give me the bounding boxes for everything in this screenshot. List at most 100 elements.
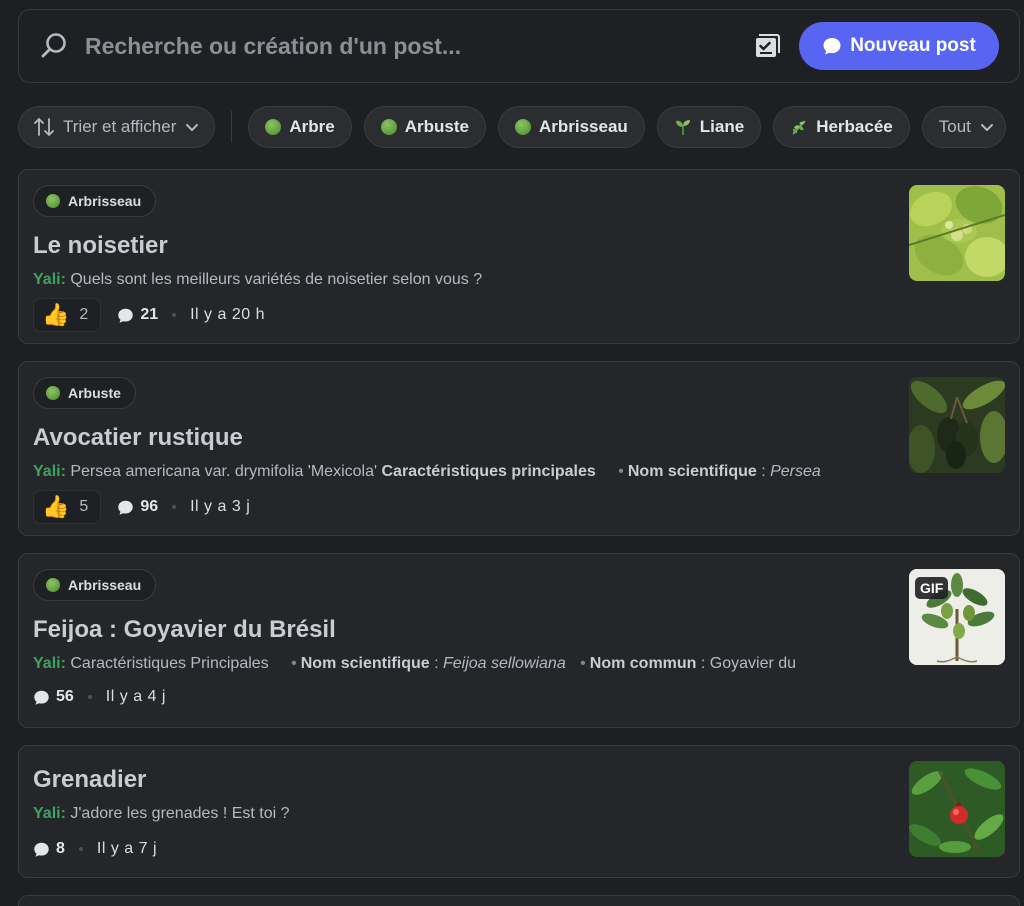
chat-bubble-icon xyxy=(34,842,49,857)
post-meta: 56 Il y a 4 j xyxy=(33,688,166,706)
filter-more-dropdown[interactable]: Tout xyxy=(921,106,1006,148)
comment-count: 21 xyxy=(117,306,158,324)
sort-label: Trier et afficher xyxy=(63,117,177,136)
new-post-label: Nouveau post xyxy=(850,35,976,56)
post-meta: 8 Il y a 7 j xyxy=(33,840,157,858)
post-author: Yali xyxy=(33,271,61,288)
post-time: Il y a 4 j xyxy=(105,688,166,705)
post-tag: Arbrisseau xyxy=(33,569,157,601)
post-tag: Arbrisseau xyxy=(33,185,157,217)
thumbs-up-icon: 👍 xyxy=(42,494,70,519)
post-preview-value: Goyavier du xyxy=(709,655,797,672)
filter-tag-liane[interactable]: Liane xyxy=(656,106,762,148)
post-title[interactable]: Avocatier rustique xyxy=(33,424,243,452)
separator-dot xyxy=(172,505,177,509)
separator-dot xyxy=(87,695,92,699)
sort-arrows-icon xyxy=(34,118,54,136)
comment-count-value: 96 xyxy=(140,498,159,515)
filter-bar: Trier et afficher Arbre Arbuste Arbrisse… xyxy=(18,105,1024,149)
filter-tag-label: Arbuste xyxy=(404,117,469,136)
separator-dot xyxy=(78,847,83,851)
comment-count: 56 xyxy=(33,688,74,706)
post-card[interactable]: Arbuste Avocatier rustique Yali: Persea … xyxy=(18,361,1020,536)
post-preview: Yali: Persea americana var. drymifolia '… xyxy=(33,463,821,480)
post-title[interactable]: Grenadier xyxy=(33,766,146,794)
comment-count-value: 56 xyxy=(56,688,74,705)
like-button[interactable]: 👍 2 xyxy=(33,298,102,332)
post-title[interactable]: Le noisetier xyxy=(33,232,168,260)
post-preview-text: Persea americana var. drymifolia 'Mexico… xyxy=(70,463,378,480)
hazelnut-leaves-image xyxy=(909,185,1005,281)
filter-tag-label: Liane xyxy=(699,117,745,136)
post-preview-text: Caractéristiques Principales xyxy=(70,655,269,672)
filter-tag-label: Arbre xyxy=(289,117,335,136)
post-card[interactable]: Arbrisseau Feijoa : Goyavier du Brésil Y… xyxy=(18,553,1020,728)
post-card[interactable]: Grenadier Yali: J'adore les grenades ! E… xyxy=(18,745,1020,878)
search-icon xyxy=(41,33,66,58)
new-post-button[interactable]: Nouveau post xyxy=(799,22,999,70)
separator-dot xyxy=(172,313,177,317)
divider xyxy=(231,111,233,143)
post-meta: 👍 2 21 Il y a 20 h xyxy=(33,298,265,332)
post-preview: Yali: Caractéristiques Principales • Nom … xyxy=(33,655,797,672)
chat-bubble-icon xyxy=(34,690,49,705)
post-meta: 👍 5 96 Il y a 3 j xyxy=(33,490,250,524)
post-preview-label: Nom scientifique xyxy=(300,655,430,672)
post-preview: Yali: J'adore les grenades ! Est toi ? xyxy=(33,805,290,822)
herb-icon xyxy=(792,120,806,135)
tree-icon xyxy=(265,119,282,135)
post-author: Yali xyxy=(33,805,61,822)
comment-count: 8 xyxy=(33,840,65,858)
avocado-tree-image xyxy=(909,377,1005,473)
post-thumbnail[interactable] xyxy=(909,761,1005,857)
checklist-icon[interactable] xyxy=(753,32,781,60)
filter-tag-arbrisseau[interactable]: Arbrisseau xyxy=(497,106,645,148)
post-thumbnail[interactable]: GIF xyxy=(909,569,1005,665)
like-count: 5 xyxy=(79,498,89,515)
chat-bubble-icon xyxy=(118,500,134,515)
post-preview: Yali: Quels sont les meilleurs variétés … xyxy=(33,271,483,288)
filter-more-label: Tout xyxy=(938,117,971,136)
shrub-icon xyxy=(46,386,60,400)
post-preview-label: Nom scientifique xyxy=(627,463,757,480)
post-title[interactable]: Feijoa : Goyavier du Brésil xyxy=(33,616,336,644)
like-count: 2 xyxy=(79,306,89,323)
post-thumbnail[interactable] xyxy=(909,185,1005,281)
post-preview-heading: Caractéristiques principales xyxy=(381,463,596,480)
post-thumbnail[interactable] xyxy=(909,377,1005,473)
comment-count-value: 21 xyxy=(140,306,159,323)
post-tag-label: Arbuste xyxy=(68,385,121,401)
post-tag: Arbuste xyxy=(33,377,136,409)
filter-tag-herbacee[interactable]: Herbacée xyxy=(773,106,910,148)
post-preview-value: Persea xyxy=(770,463,821,480)
comment-count: 96 xyxy=(117,498,158,516)
pomegranate-image xyxy=(909,761,1005,857)
post-author: Yali xyxy=(33,463,61,480)
thumbs-up-icon: 👍 xyxy=(42,302,70,327)
search-bar: Nouveau post xyxy=(18,9,1020,83)
post-tag-label: Arbrisseau xyxy=(68,193,142,209)
comment-count-value: 8 xyxy=(56,840,65,857)
post-card[interactable] xyxy=(18,895,1020,906)
seedling-icon xyxy=(675,120,690,135)
filter-tag-arbuste[interactable]: Arbuste xyxy=(363,106,486,148)
chat-bubble-icon xyxy=(118,308,134,323)
chat-bubble-icon xyxy=(823,38,841,55)
post-time: Il y a 3 j xyxy=(190,498,251,515)
chevron-down-icon xyxy=(980,124,993,131)
bush-icon xyxy=(46,578,60,592)
post-author: Yali xyxy=(33,655,61,672)
filter-tag-arbre[interactable]: Arbre xyxy=(248,106,352,148)
search-input[interactable] xyxy=(85,32,753,60)
post-time: Il y a 20 h xyxy=(190,306,265,323)
filter-tag-label: Arbrisseau xyxy=(538,117,628,136)
post-card[interactable]: Arbrisseau Le noisetier Yali: Quels sont… xyxy=(18,169,1020,344)
post-preview-label: Nom commun xyxy=(589,655,697,672)
like-button[interactable]: 👍 5 xyxy=(33,490,102,524)
post-tag-label: Arbrisseau xyxy=(68,577,142,593)
shrub-icon xyxy=(380,119,397,135)
sort-button[interactable]: Trier et afficher xyxy=(18,106,216,148)
bush-icon xyxy=(46,194,60,208)
gif-badge: GIF xyxy=(915,577,949,599)
post-preview-text: Quels sont les meilleurs variétés de noi… xyxy=(70,271,483,288)
